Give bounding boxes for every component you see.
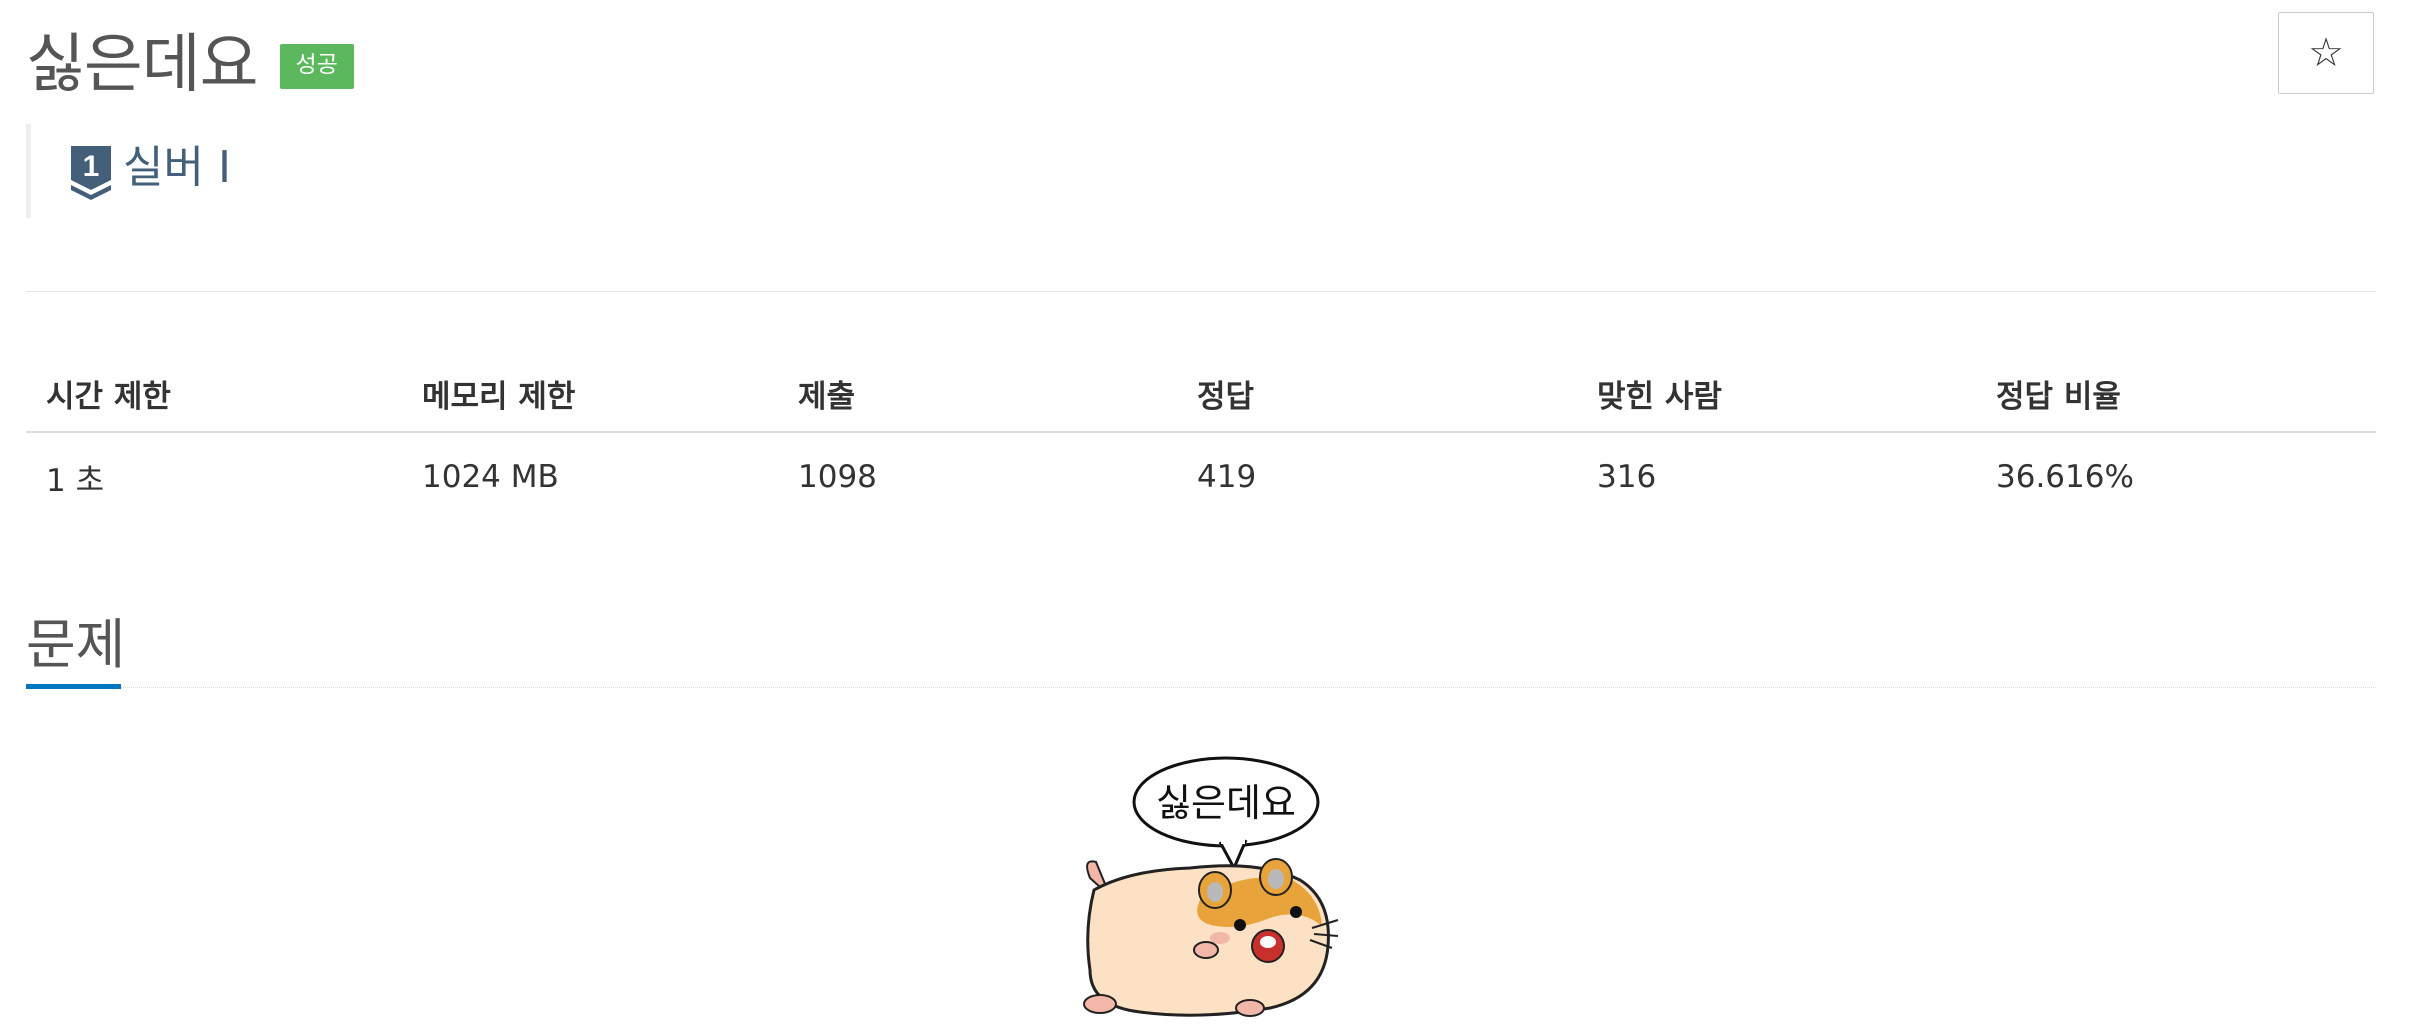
tier-label[interactable]: 실버 I (123, 143, 231, 192)
value-submissions: 1098 (798, 459, 877, 495)
section-divider (26, 687, 2376, 688)
section-title: 문제 (26, 613, 126, 676)
hamster-icon: 싫은데요 (1083, 756, 1339, 1017)
problem-page: 싫은데요 성공 ☆ 1 실버 I 시간 제한 메모리 제한 제출 정답 맞힌 사… (26, 0, 2376, 1024)
problem-info-table: 시간 제한 메모리 제한 제출 정답 맞힌 사람 정답 비율 1 초 1024 … (26, 355, 2376, 521)
value-time-limit: 1 초 (46, 462, 105, 499)
tier-block: 1 실버 I (26, 124, 426, 218)
table-row: 1 초 1024 MB 1098 419 316 36.616% (26, 433, 2376, 521)
header-time-limit: 시간 제한 (46, 378, 171, 415)
table-header-row: 시간 제한 메모리 제한 제출 정답 맞힌 사람 정답 비율 (26, 355, 2376, 433)
section-title-underline (26, 684, 121, 689)
value-accepted: 419 (1197, 459, 1257, 495)
divider (26, 291, 2376, 292)
status-badge: 성공 (279, 43, 354, 89)
value-solved-users: 316 (1597, 459, 1657, 495)
problem-section-header: 문제 (26, 596, 2376, 692)
value-accept-ratio: 36.616% (1996, 459, 2134, 495)
speech-bubble-text: 싫은데요 (1156, 781, 1296, 825)
header-memory-limit: 메모리 제한 (422, 378, 576, 415)
value-memory-limit: 1024 MB (422, 459, 559, 495)
title-row: 싫은데요 성공 (26, 14, 354, 104)
header-accepted: 정답 (1197, 378, 1255, 415)
problem-title: 싫은데요 (26, 28, 259, 102)
tier-level-number: 1 (83, 150, 100, 183)
header-submissions: 제출 (798, 378, 856, 415)
star-icon: ☆ (2308, 31, 2344, 75)
favorite-star-button[interactable]: ☆ (2278, 12, 2374, 94)
header-accept-ratio: 정답 비율 (1996, 378, 2121, 415)
tier-silver-1-icon: 1 (71, 146, 111, 200)
header-solved-users: 맞힌 사람 (1597, 378, 1722, 415)
